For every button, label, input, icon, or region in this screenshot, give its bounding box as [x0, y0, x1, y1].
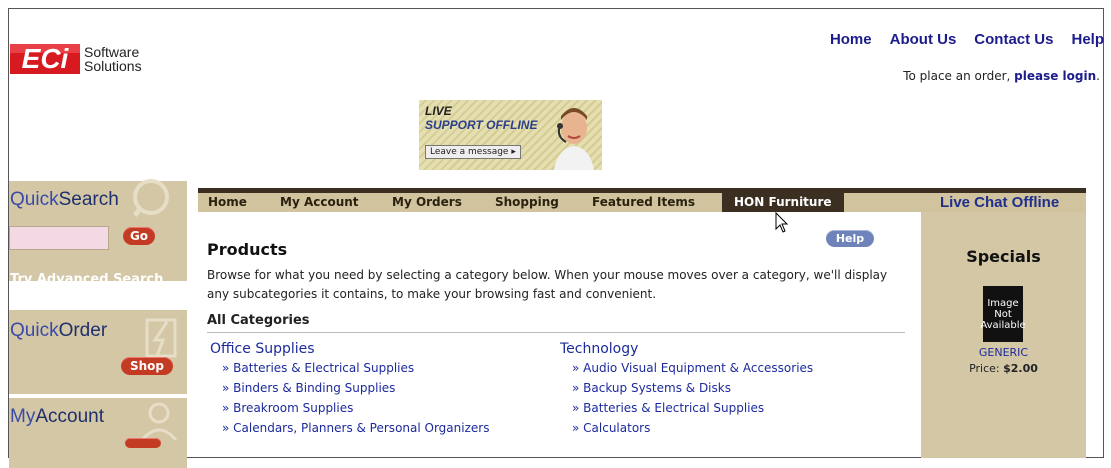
page-title: Products [207, 240, 288, 259]
myaccount-title-b: Account [35, 406, 104, 427]
live-support-line1: LIVE [425, 104, 452, 118]
category-column-technology: Technology » Audio Visual Equipment & Ac… [560, 340, 813, 438]
subcategory-link[interactable]: » Calculators [572, 418, 813, 438]
quicksearch-title-a: Quick [10, 189, 59, 210]
logo-line-software: Software [84, 44, 140, 60]
live-support-status: SUPPORT OFFLINE [425, 118, 538, 132]
advanced-search-link[interactable]: Try Advanced Search [10, 272, 163, 287]
tab-hon-furniture[interactable]: HON Furniture [722, 193, 844, 212]
main-tab-bar: Home My Account My Orders Shopping Featu… [198, 188, 921, 212]
quickorder-title-a: Quick [10, 320, 59, 341]
category-technology[interactable]: Technology [560, 340, 813, 358]
product-image-placeholder[interactable]: Image Not Available [980, 286, 1026, 342]
tab-shopping[interactable]: Shopping [495, 193, 559, 212]
mouse-cursor-icon [775, 212, 789, 233]
quicksearch-panel: QuickSearch Go Try Advanced Search [9, 179, 187, 287]
help-button[interactable]: Help [826, 230, 874, 247]
user-icon [140, 402, 178, 440]
specials-title: Specials [966, 247, 1041, 266]
price-label: Price: [969, 362, 1000, 375]
tab-featured-items[interactable]: Featured Items [592, 193, 695, 212]
myaccount-button[interactable] [125, 438, 161, 448]
quicksearch-title: QuickSearch [10, 189, 119, 211]
quickorder-panel: QuickOrder Shop [9, 310, 187, 394]
subcategory-link[interactable]: » Binders & Binding Supplies [222, 378, 489, 398]
live-chat-status[interactable]: Live Chat Offline [940, 193, 1059, 212]
quickorder-title: QuickOrder [10, 320, 107, 342]
logo-mark: ECi [10, 44, 80, 74]
live-support-banner[interactable]: LIVE SUPPORT OFFLINE Leave a message ▸ [419, 100, 602, 170]
nav-about-link[interactable]: About Us [890, 31, 957, 48]
subcategory-link[interactable]: » Audio Visual Equipment & Accessories [572, 358, 813, 378]
magnifier-icon [129, 179, 169, 223]
tab-my-orders[interactable]: My Orders [392, 193, 462, 212]
subcategory-link[interactable]: » Calendars, Planners & Personal Organiz… [222, 418, 489, 438]
login-prefix: To place an order, [903, 69, 1011, 83]
nav-contact-link[interactable]: Contact Us [974, 31, 1053, 48]
quicksearch-input[interactable] [9, 226, 109, 250]
subcategory-link[interactable]: » Batteries & Electrical Supplies [222, 358, 489, 378]
top-navigation: Home About Us Contact Us Help [830, 31, 1104, 48]
image-placeholder-text: Image Not Available [980, 297, 1026, 331]
products-content: Products Help Browse for what you need b… [198, 212, 921, 458]
quickorder-title-b: Order [58, 320, 108, 341]
intro-text: Browse for what you need by selecting a … [207, 268, 888, 301]
login-link[interactable]: please login [1014, 69, 1096, 83]
subcategory-link[interactable]: » Batteries & Electrical Supplies [572, 398, 813, 418]
category-office-supplies[interactable]: Office Supplies [210, 340, 489, 358]
category-column-office: Office Supplies » Batteries & Electrical… [210, 340, 489, 438]
tab-home[interactable]: Home [208, 193, 247, 212]
subcategory-link[interactable]: » Breakroom Supplies [222, 398, 489, 418]
myaccount-panel: MyAccount [9, 398, 187, 468]
go-button[interactable]: Go [123, 227, 155, 245]
specials-panel: Specials Image Not Available GENERIC Pri… [921, 212, 1086, 458]
tab-my-account[interactable]: My Account [280, 193, 359, 212]
myaccount-title: MyAccount [10, 406, 104, 428]
nav-help-link[interactable]: Help [1071, 31, 1104, 48]
nav-home-link[interactable]: Home [830, 31, 872, 48]
divider [207, 332, 905, 333]
left-sidebar: QuickSearch Go Try Advanced Search Quick… [9, 179, 187, 468]
special-price: Price: $2.00 [921, 362, 1086, 375]
eci-logo[interactable]: ECi Software Solutions [10, 44, 142, 74]
lightning-icon [145, 318, 177, 358]
special-product-link[interactable]: GENERIC [921, 346, 1086, 359]
all-categories-heading: All Categories [207, 313, 310, 328]
price-value: $2.00 [1003, 362, 1038, 375]
logo-line-solutions: Solutions [84, 58, 142, 74]
myaccount-title-a: My [10, 406, 36, 427]
logo-text: Software Solutions [84, 45, 142, 73]
subcategory-link[interactable]: » Backup Systems & Disks [572, 378, 813, 398]
shop-button[interactable]: Shop [121, 357, 173, 375]
login-prompt: To place an order, please login. [903, 69, 1100, 83]
quicksearch-title-b: Search [58, 189, 119, 210]
leave-message-button[interactable]: Leave a message ▸ [425, 145, 521, 159]
login-suffix: . [1096, 69, 1100, 83]
support-agent-photo [554, 108, 594, 170]
